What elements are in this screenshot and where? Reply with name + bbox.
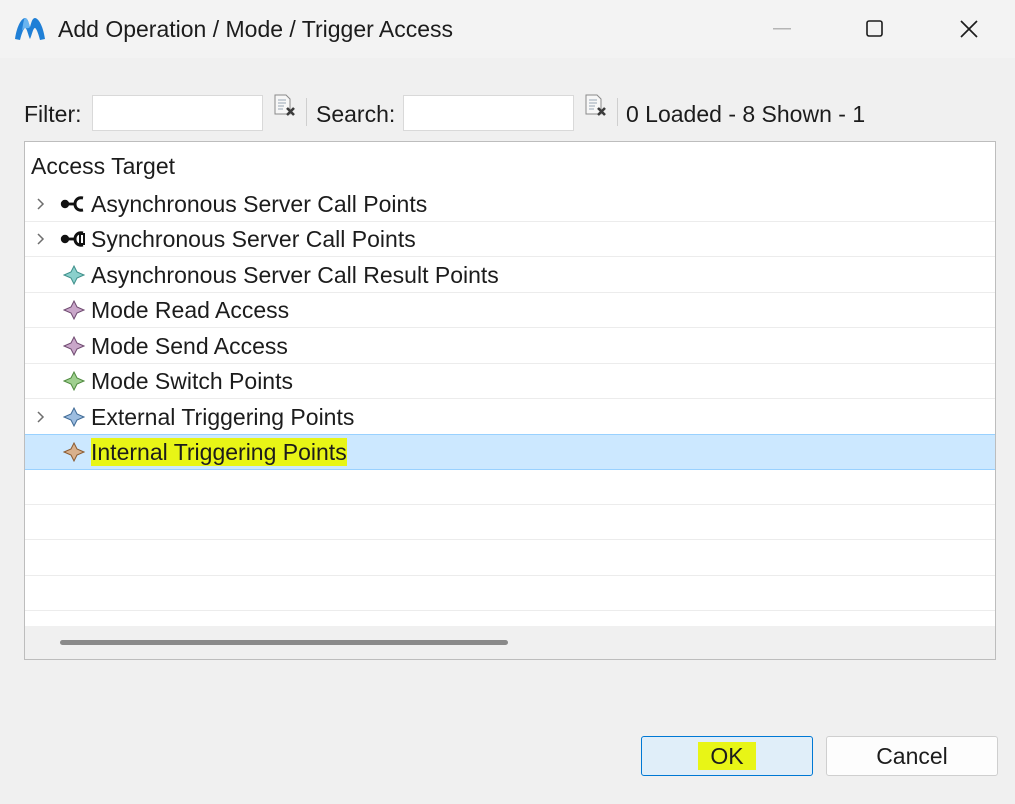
tree-item-label: Asynchronous Server Call Points (91, 191, 428, 217)
filter-label: Filter: (24, 101, 82, 127)
horizontal-scrollbar[interactable] (25, 626, 995, 659)
expand-chevron-icon[interactable] (34, 197, 48, 211)
status-text: 0 Loaded - 8 Shown - 1 (626, 101, 866, 127)
cancel-button-label: Cancel (876, 743, 948, 769)
maximize-icon (866, 20, 883, 37)
column-header: Access Target (31, 153, 176, 179)
tree-item-label: External Triggering Points (91, 404, 355, 430)
tree-item-label: Synchronous Server Call Points (91, 226, 416, 252)
scrollbar-thumb[interactable] (60, 640, 508, 645)
tree-row[interactable]: Synchronous Server Call Points (25, 222, 995, 257)
ok-button[interactable]: OK (641, 736, 813, 776)
diamond-brown-icon (63, 442, 85, 462)
search-label: Search: (316, 101, 396, 127)
app-logo-icon (15, 18, 45, 40)
window-title: Add Operation / Mode / Trigger Access (58, 16, 454, 42)
tree-row[interactable]: External Triggering Points (25, 400, 995, 435)
diamond-green-icon (63, 371, 85, 391)
tree-item-label: Mode Read Access (91, 297, 290, 323)
filter-input[interactable] (92, 95, 263, 131)
tree-row[interactable]: Mode Send Access (25, 329, 995, 364)
toolbar-separator (617, 98, 618, 126)
tree-row-selected[interactable]: Internal Triggering Points (25, 434, 995, 470)
access-target-tree[interactable]: Access Target Asynchronous Server Call P… (24, 141, 996, 660)
tree-item-label: Internal Triggering Points (91, 438, 347, 466)
close-icon (960, 20, 978, 38)
empty-tree-row (25, 505, 995, 540)
tree-item-label: Mode Switch Points (91, 368, 293, 394)
empty-tree-row (25, 470, 995, 505)
tree-item-label: Asynchronous Server Call Result Points (91, 262, 499, 288)
empty-tree-row (25, 541, 995, 576)
sync-call-icon (60, 231, 85, 247)
diamond-blue-icon (63, 407, 85, 427)
search-input[interactable] (403, 95, 574, 131)
expand-chevron-icon[interactable] (34, 410, 48, 424)
close-button[interactable] (923, 0, 1015, 58)
toolbar-separator (306, 98, 307, 126)
clear-search-icon[interactable] (583, 94, 609, 118)
ok-button-label: OK (698, 742, 756, 770)
maximize-button[interactable] (829, 0, 921, 58)
dialog-window: Add Operation / Mode / Trigger Access Fi… (0, 0, 1015, 804)
async-call-icon (60, 196, 84, 212)
diamond-purple-icon (63, 300, 85, 320)
tree-row[interactable]: Mode Switch Points (25, 364, 995, 399)
minimize-icon (773, 28, 791, 30)
cancel-button[interactable]: Cancel (826, 736, 998, 776)
minimize-button[interactable] (737, 0, 829, 58)
tree-row[interactable]: Mode Read Access (25, 293, 995, 328)
title-bar[interactable]: Add Operation / Mode / Trigger Access (0, 0, 1015, 58)
empty-tree-row (25, 576, 995, 611)
tree-row[interactable]: Asynchronous Server Call Result Points (25, 258, 995, 293)
diamond-purple-icon (63, 336, 85, 356)
expand-chevron-icon[interactable] (34, 232, 48, 246)
tree-row[interactable]: Asynchronous Server Call Points (25, 187, 995, 222)
clear-filter-icon[interactable] (272, 94, 298, 118)
filter-toolbar: Filter: Search: 0 Loaded - 8 Shown - 1 (0, 92, 1015, 136)
tree-item-label: Mode Send Access (91, 333, 288, 359)
diamond-teal-icon (63, 265, 85, 285)
